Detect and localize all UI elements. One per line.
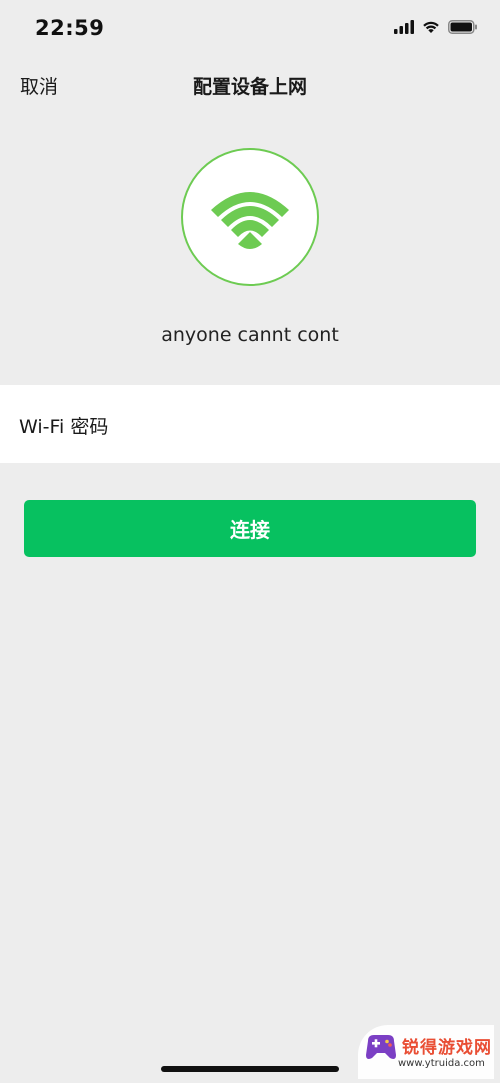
game-controller-logo — [366, 1035, 396, 1059]
password-label: Wi-Fi 密码 — [19, 416, 109, 438]
status-icons — [394, 20, 478, 34]
password-input[interactable] — [130, 401, 484, 447]
wifi-status-icon — [423, 21, 439, 33]
home-indicator — [161, 1066, 339, 1072]
watermark: 锐得游戏网 www.ytruida.com — [358, 1025, 494, 1079]
page-title: 配置设备上网 — [192, 76, 307, 98]
nav-bar: 取消 配置设备上网 — [0, 60, 500, 110]
network-name: anyone cannt cont — [161, 324, 339, 346]
password-row: Wi-Fi 密码 — [0, 385, 500, 463]
signal-icon — [394, 20, 414, 34]
wifi-icon — [211, 192, 289, 249]
watermark-title: 锐得游戏网 — [402, 1038, 492, 1058]
watermark-url: www.ytruida.com — [398, 1058, 485, 1069]
connect-button[interactable]: 连接 — [24, 500, 476, 557]
battery-icon — [448, 20, 477, 34]
wifi-badge — [181, 148, 319, 286]
status-bar: 22:59 — [0, 0, 500, 60]
status-time: 22:59 — [35, 16, 105, 40]
